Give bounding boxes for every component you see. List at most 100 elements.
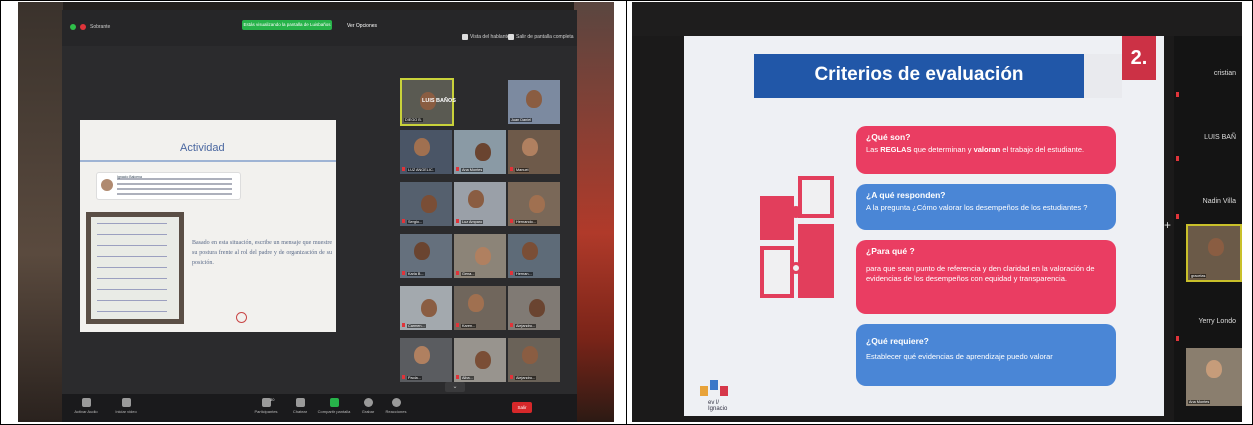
participant-name: LUIS BAÑ — [1204, 134, 1236, 141]
participant-face — [529, 299, 545, 317]
chat-label: Chatear — [292, 409, 308, 414]
muted-mic-icon — [456, 375, 459, 379]
participant-tile[interactable]: Hernando... — [508, 182, 560, 226]
participant-face — [414, 138, 430, 156]
participant-face — [468, 294, 484, 312]
participant-face — [475, 247, 491, 265]
slide-number: 2. — [1122, 36, 1156, 80]
muted-mic-icon — [510, 219, 513, 223]
whiteboard-writing — [97, 223, 167, 313]
participant-label: LUZ ANGELIC. — [407, 168, 435, 172]
participant-tile[interactable]: Carmen... — [400, 286, 452, 330]
participant-tile[interactable]: Alejandro... — [508, 338, 560, 382]
shared-slide: Actividad Ignacio Balcena Basado en esta… — [80, 120, 336, 332]
card-text: el trabajo del estudiante. — [1000, 145, 1085, 154]
avatar — [101, 179, 113, 191]
chevron-down-icon[interactable]: ⌄ — [445, 382, 465, 392]
reactions-button[interactable]: Reacciones — [378, 398, 414, 420]
participant-tile[interactable]: Luz Amparo — [454, 182, 506, 226]
fullscreen-icon — [508, 34, 514, 40]
muted-mic-icon — [402, 323, 405, 327]
camera-icon — [121, 398, 131, 407]
logo-text: ev l/ Ignacio — [708, 400, 728, 412]
shield-icon — [70, 24, 76, 30]
participant-tile[interactable]: Ana Montes — [454, 130, 506, 174]
leave-button[interactable]: Salir — [512, 402, 532, 413]
participant-tile[interactable]: Gena... — [454, 234, 506, 278]
view-options-dropdown[interactable]: Ver Opciones — [347, 23, 377, 29]
exit-fullscreen-button[interactable]: Salir de pantalla completa — [516, 34, 574, 40]
card-purpose: ¿Para qué ? para que sean punto de refer… — [856, 240, 1116, 314]
participant-label: Ana Montes — [461, 168, 484, 172]
participant-label: Alejandro... — [515, 376, 537, 380]
muted-mic-icon — [456, 167, 459, 171]
participant-label: Ana Montes — [1188, 400, 1211, 404]
participant-video[interactable]: gracelas — [1186, 224, 1242, 282]
participant-face — [475, 143, 491, 161]
audio-button[interactable]: Activar Audio — [68, 398, 104, 420]
cursor-icon: + — [1164, 218, 1172, 232]
zoom-top-bar: Sobrante Estás visualizando la pantalla … — [62, 10, 577, 46]
participant-label: Hernando... — [515, 220, 537, 224]
participant-label: Sergio... — [407, 220, 424, 224]
participant-face — [414, 346, 430, 364]
card-heading: ¿Qué son? — [866, 132, 911, 142]
logo: ev l/ Ignacio — [696, 376, 740, 412]
participant-tile[interactable]: Alejandro... — [508, 286, 560, 330]
card-text: que determinan y — [911, 145, 974, 154]
share-screen-button[interactable]: Compartir pantalla — [316, 398, 352, 420]
title-bar: Criterios de evaluación — [754, 54, 1084, 98]
speaker-view-button[interactable]: Vista del hablante — [470, 34, 510, 40]
participant-label: Hernan... — [515, 272, 533, 276]
whiteboard-image — [86, 212, 184, 324]
video-button[interactable]: Iniciar video — [108, 398, 144, 420]
participant-label: Manuel — [515, 168, 530, 172]
participant-tile[interactable]: Juan Daniel — [508, 80, 560, 124]
muted-mic-icon — [456, 219, 459, 223]
participant-face — [414, 242, 430, 260]
participant-face — [522, 138, 538, 156]
participant-side-panel: cristian LUIS BAÑ Nadin Villa gracelas Y… — [1174, 36, 1242, 422]
participant-face — [475, 351, 491, 369]
muted-mic-icon — [402, 219, 405, 223]
card-emphasis: valoran — [973, 145, 1001, 154]
title-bar-gap — [1084, 54, 1122, 98]
participant-face — [421, 195, 437, 213]
left-photo: Sobrante Estás visualizando la pantalla … — [18, 2, 614, 422]
muted-mic-icon — [1176, 156, 1179, 161]
participant-tile[interactable]: Manuel — [508, 130, 560, 174]
card-requires: ¿Qué requiere? Establecer qué evidencias… — [856, 324, 1116, 386]
participant-tile[interactable]: Karen... — [454, 286, 506, 330]
muted-mic-icon — [510, 323, 513, 327]
slide-title: Actividad — [180, 142, 225, 154]
tweet-user: Ignacio Balcena — [117, 175, 142, 179]
participants-count: 30 — [270, 397, 275, 402]
monitor-bezel — [632, 2, 1242, 36]
card-heading: ¿Qué requiere? — [866, 336, 929, 346]
clock-icon — [236, 312, 247, 323]
participant-tile[interactable]: Paola... — [400, 338, 452, 382]
shared-slide-screen: Criterios de evaluación 2. ¿Qué son? Las… — [684, 36, 1164, 416]
reactions-label: Reacciones — [385, 409, 407, 414]
room-background-right — [574, 2, 614, 422]
participant-video[interactable]: Ana Montes — [1186, 348, 1242, 406]
participant-name: Yerry Londo — [1198, 318, 1237, 325]
participant-tile[interactable]: Alba... — [454, 338, 506, 382]
record-icon — [363, 398, 373, 407]
participant-name: Nadin Villa — [1202, 198, 1236, 205]
participant-tile[interactable]: Sergio... — [400, 182, 452, 226]
card-heading: ¿A qué responden? — [866, 190, 946, 200]
participants-button[interactable]: Participantes — [248, 398, 284, 420]
zoom-toolbar: Activar Audio Iniciar video Participante… — [62, 394, 577, 422]
chat-button[interactable]: Chatear — [282, 398, 318, 420]
card-body: A la pregunta ¿Cómo valorar los desempeñ… — [866, 203, 1088, 212]
participant-tile[interactable]: Hernan... — [508, 234, 560, 278]
participant-tile[interactable]: LUZ ANGELIC. — [400, 130, 452, 174]
muted-mic-icon — [402, 375, 405, 379]
participant-tile[interactable]: Karla B... — [400, 234, 452, 278]
muted-mic-icon — [510, 271, 513, 275]
participant-face — [522, 242, 538, 260]
screen-share-banner: Estás visualizando la pantalla de Luisba… — [242, 20, 332, 30]
zoom-window: Sobrante Estás visualizando la pantalla … — [62, 10, 577, 422]
tweet-card: Ignacio Balcena — [96, 172, 241, 200]
